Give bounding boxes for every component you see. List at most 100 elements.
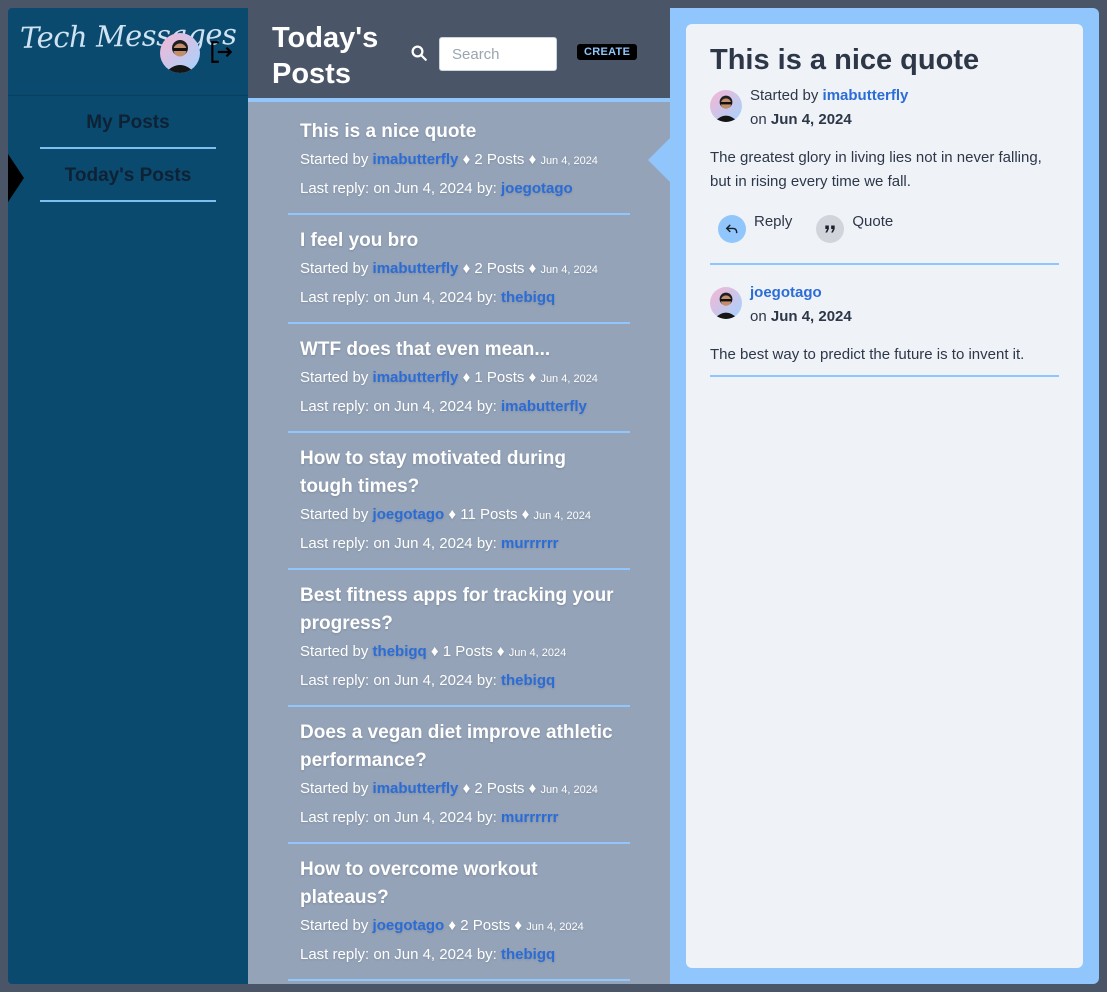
last-reply-meta: Last reply: on Jun 4, 2024 by: murrrrrr bbox=[300, 804, 618, 832]
by-label: by: bbox=[476, 535, 497, 552]
post-meta: Started by joegotago ♦ 11 Posts ♦ Jun 4,… bbox=[300, 501, 618, 530]
last-reply-user-link[interactable]: joegotago bbox=[501, 180, 573, 197]
post-meta: Started by imabutterfly ♦ 2 Posts ♦ Jun … bbox=[300, 255, 618, 284]
by-label: by: bbox=[476, 398, 497, 415]
reply-author-link[interactable]: joegotago bbox=[750, 284, 822, 301]
last-reply-user-link[interactable]: thebigq bbox=[501, 672, 555, 689]
reply-author-line: joegotago bbox=[750, 281, 1059, 305]
post-title: How to overcome workout plateaus? bbox=[300, 859, 538, 908]
logout-icon[interactable] bbox=[208, 39, 234, 65]
post-item[interactable]: I feel you bro Started by imabutterfly ♦… bbox=[288, 215, 630, 324]
posts-label: Posts bbox=[486, 369, 525, 386]
post-count: 1 bbox=[442, 643, 452, 660]
message-header: Started by imabutterfly on Jun 4, 2024 bbox=[710, 84, 1059, 132]
message-divider bbox=[710, 263, 1059, 265]
author-link[interactable]: thebigq bbox=[373, 643, 427, 660]
separator: ♦ bbox=[448, 506, 457, 523]
post-date: Jun 4, 2024 bbox=[540, 784, 598, 796]
by-label: by: bbox=[476, 672, 497, 689]
last-reply-meta: Last reply: on Jun 4, 2024 by: thebigq bbox=[300, 941, 618, 969]
reply-body: The best way to predict the future is to… bbox=[710, 346, 1025, 363]
post-count: 1 bbox=[474, 369, 483, 386]
last-reply-date: Jun 4, 2024 bbox=[394, 535, 473, 552]
started-by-line: Started by imabutterfly bbox=[750, 84, 1059, 108]
post-count: 2 bbox=[474, 151, 483, 168]
started-by-label: Started by bbox=[300, 369, 369, 386]
separator: ♦ bbox=[462, 151, 471, 168]
author-avatar[interactable] bbox=[710, 90, 742, 122]
last-reply-meta: Last reply: on Jun 4, 2024 by: thebigq bbox=[300, 284, 618, 312]
reply-label: Reply bbox=[754, 213, 793, 230]
avatar-image bbox=[165, 40, 195, 73]
post-date: Jun 4, 2024 bbox=[533, 510, 591, 522]
last-reply-label: Last reply: on bbox=[300, 180, 391, 197]
author-link[interactable]: imabutterfly bbox=[373, 369, 459, 386]
author-link[interactable]: imabutterfly bbox=[373, 780, 459, 797]
message-body: The greatest glory in living lies not in… bbox=[710, 149, 1042, 190]
reply-button[interactable]: Reply bbox=[718, 214, 792, 243]
create-button[interactable]: CREATE bbox=[577, 44, 638, 60]
post-item[interactable]: How to overcome workout plateaus? Starte… bbox=[288, 844, 630, 981]
author-link[interactable]: imabutterfly bbox=[373, 151, 459, 168]
post-date: Jun 4, 2024 bbox=[540, 155, 598, 167]
separator: ♦ bbox=[496, 643, 505, 660]
post-item[interactable]: Does a vegan diet improve athletic perfo… bbox=[288, 707, 630, 844]
author-link[interactable]: joegotago bbox=[373, 917, 445, 934]
separator: ♦ bbox=[528, 780, 537, 797]
search-icon[interactable] bbox=[410, 44, 428, 62]
nav-todays-posts[interactable]: Today's Posts bbox=[40, 149, 216, 202]
post-meta: Started by thebigq ♦ 1 Posts ♦ Jun 4, 20… bbox=[300, 638, 618, 667]
last-reply-date: Jun 4, 2024 bbox=[394, 398, 473, 415]
by-label: by: bbox=[476, 809, 497, 826]
post-item[interactable]: This is a nice quote Started by imabutte… bbox=[288, 106, 630, 215]
author-link[interactable]: imabutterfly bbox=[373, 260, 459, 277]
posts-label: Posts bbox=[472, 917, 511, 934]
last-reply-label: Last reply: on bbox=[300, 289, 391, 306]
post-list-header: Today's Posts CREATE bbox=[248, 8, 670, 102]
last-reply-user-link[interactable]: imabutterfly bbox=[501, 398, 587, 415]
post-count: 11 bbox=[460, 506, 476, 523]
last-reply-user-link[interactable]: thebigq bbox=[501, 946, 555, 963]
last-reply-label: Last reply: on bbox=[300, 672, 391, 689]
post-date: Jun 4, 2024 bbox=[540, 373, 598, 385]
on-label: on bbox=[750, 111, 767, 128]
started-by-label: Started by bbox=[300, 506, 369, 523]
post-count: 2 bbox=[474, 260, 483, 277]
sidebar: Tech Messages My Posts Today's Posts bbox=[8, 8, 248, 984]
thread-detail-panel: This is a nice quote Started by imabutte… bbox=[670, 8, 1099, 984]
reply-arrow-icon bbox=[718, 215, 746, 243]
separator: ♦ bbox=[514, 917, 523, 934]
author-link[interactable]: imabutterfly bbox=[823, 87, 909, 104]
post-list: This is a nice quote Started by imabutte… bbox=[288, 106, 630, 981]
search-input[interactable] bbox=[439, 37, 557, 71]
post-item[interactable]: How to stay motivated during tough times… bbox=[288, 433, 630, 570]
post-item[interactable]: WTF does that even mean... Started by im… bbox=[288, 324, 630, 433]
nav-my-posts[interactable]: My Posts bbox=[40, 96, 216, 149]
thread-detail-card: This is a nice quote Started by imabutte… bbox=[686, 24, 1083, 968]
separator: ♦ bbox=[521, 506, 530, 523]
reply-author-avatar[interactable] bbox=[710, 287, 742, 319]
reply-date-line: on Jun 4, 2024 bbox=[750, 305, 1059, 329]
started-by-label: Started by bbox=[300, 151, 369, 168]
post-date: Jun 4, 2024 bbox=[508, 647, 567, 659]
last-reply-label: Last reply: on bbox=[300, 398, 391, 415]
separator: ♦ bbox=[448, 917, 457, 934]
last-reply-date: Jun 4, 2024 bbox=[394, 946, 473, 963]
post-date: Jun 4, 2024 bbox=[526, 921, 584, 933]
last-reply-meta: Last reply: on Jun 4, 2024 by: imabutter… bbox=[300, 393, 618, 421]
quote-icon bbox=[816, 215, 845, 243]
post-item[interactable]: Best fitness apps for tracking your prog… bbox=[288, 570, 630, 707]
quote-button[interactable]: Quote bbox=[816, 214, 893, 243]
message-date: Jun 4, 2024 bbox=[770, 111, 852, 128]
last-reply-user-link[interactable]: thebigq bbox=[501, 289, 555, 306]
posts-label: Posts bbox=[486, 260, 525, 277]
page-title: Today's Posts bbox=[272, 20, 392, 92]
post-list-panel: Today's Posts CREATE This is a nice quot… bbox=[248, 8, 670, 984]
last-reply-user-link[interactable]: murrrrrr bbox=[501, 535, 559, 552]
user-avatar[interactable] bbox=[160, 33, 200, 73]
last-reply-user-link[interactable]: murrrrrr bbox=[501, 809, 559, 826]
post-meta: Started by imabutterfly ♦ 2 Posts ♦ Jun … bbox=[300, 146, 618, 175]
author-link[interactable]: joegotago bbox=[373, 506, 445, 523]
posts-label: Posts bbox=[486, 780, 525, 797]
post-date: Jun 4, 2024 bbox=[540, 264, 598, 276]
